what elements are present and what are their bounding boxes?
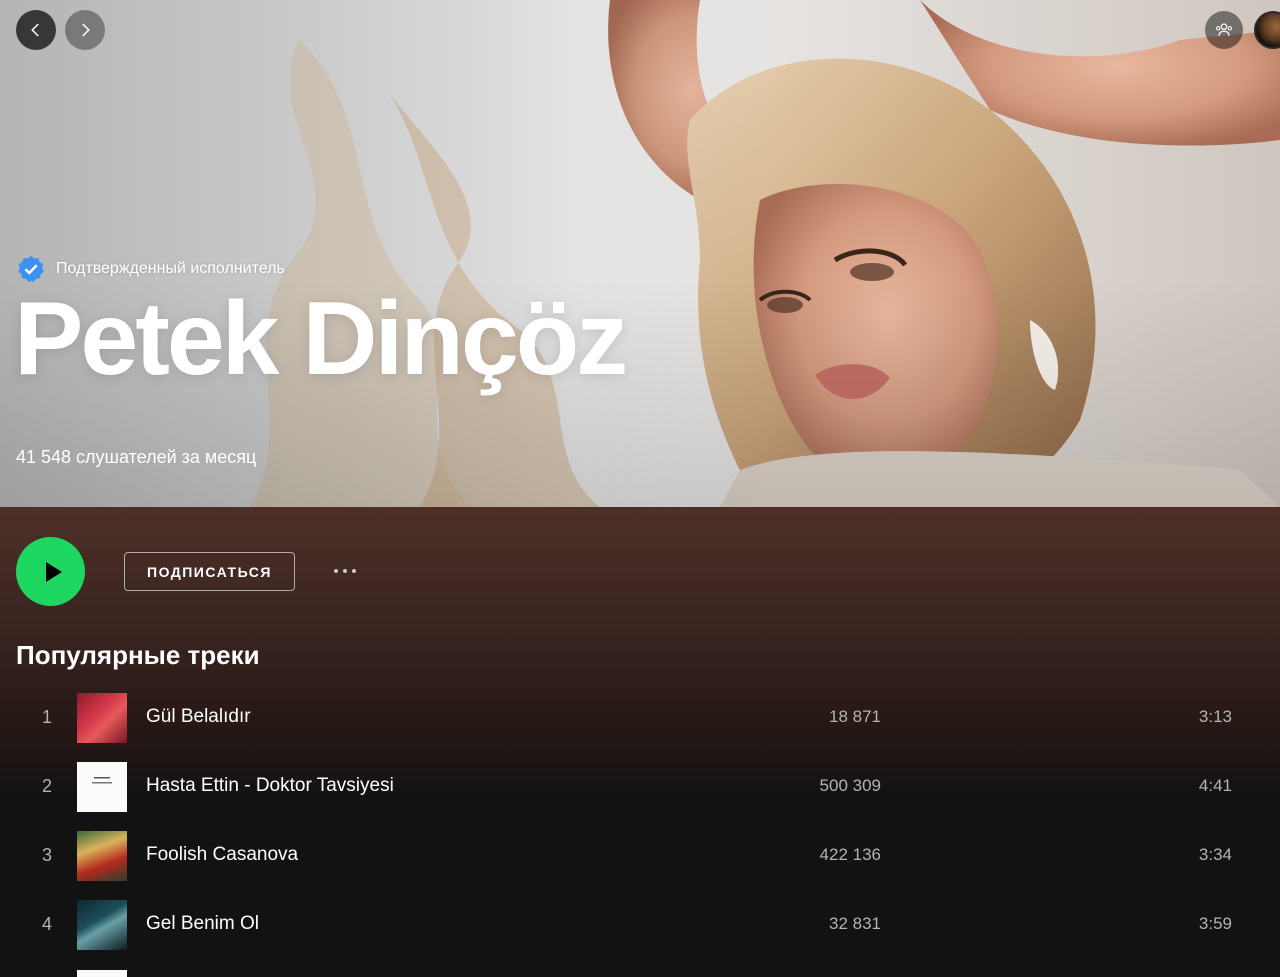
track-number: 4 xyxy=(41,914,52,934)
track-duration: 3:59 xyxy=(1198,914,1232,933)
track-play-count: 18 871 xyxy=(829,707,881,726)
track-duration: 4:41 xyxy=(1198,776,1232,795)
friend-activity-icon xyxy=(1216,23,1232,36)
more-options-icon xyxy=(352,569,356,573)
verified-label: Подтвержденный исполнитель xyxy=(56,260,285,277)
artist-name: Petek Dinçöz xyxy=(14,281,628,397)
track-play-count: 32 831 xyxy=(829,914,881,933)
track-title[interactable]: Hasta Ettin - Doktor Tavsiyesi xyxy=(146,775,394,797)
track-cover-image xyxy=(77,762,127,812)
track-title[interactable]: Gel Benim Ol xyxy=(146,913,259,935)
track-number: 3 xyxy=(41,845,52,865)
track-title[interactable]: Foolish Casanova xyxy=(146,844,298,866)
forward-button[interactable] xyxy=(65,10,105,50)
track-duration: 3:34 xyxy=(1198,845,1232,864)
track-cover-image xyxy=(77,970,127,977)
artist-content: ПОДПИСАТЬСЯ Популярные треки 1 Gül Belal… xyxy=(0,507,1280,977)
track-duration: 3:13 xyxy=(1198,707,1232,726)
track-row[interactable]: 1 Gül Belalıdır 18 871 3:13 xyxy=(0,687,1280,756)
play-button[interactable] xyxy=(16,537,85,606)
track-cover-image xyxy=(77,831,127,881)
track-row[interactable]: 2 Hasta Ettin - Doktor Tavsiyesi 500 309… xyxy=(0,756,1280,825)
more-options-button[interactable] xyxy=(326,557,364,585)
track-title[interactable]: Gül Belalıdır xyxy=(146,706,251,728)
popular-tracks-list: 1 Gül Belalıdır 18 871 3:13 2 Hasta Etti… xyxy=(0,687,1280,977)
chevron-right-icon xyxy=(82,23,90,37)
monthly-listeners: 41 548 слушателей за месяц xyxy=(16,447,257,467)
track-cover-image xyxy=(77,900,127,950)
chevron-left-icon xyxy=(31,23,39,37)
track-row[interactable]: 4 Gel Benim Ol 32 831 3:59 xyxy=(0,894,1280,963)
track-number: 1 xyxy=(41,707,52,727)
track-cover-image xyxy=(77,693,127,743)
artist-header: Подтвержденный исполнитель Petek Dinçöz … xyxy=(0,0,1280,507)
popular-tracks-title: Популярные треки xyxy=(16,640,260,670)
more-options-icon xyxy=(334,569,338,573)
track-number: 2 xyxy=(41,776,52,796)
cover-art xyxy=(92,777,112,784)
verified-artist-badge: Подтвержденный исполнитель xyxy=(16,254,285,284)
back-button[interactable] xyxy=(16,10,56,50)
play-icon xyxy=(45,561,62,582)
friend-activity-button[interactable] xyxy=(1205,11,1243,49)
track-row[interactable]: 3 Foolish Casanova 422 136 3:34 xyxy=(0,825,1280,894)
follow-button[interactable]: ПОДПИСАТЬСЯ xyxy=(124,552,295,591)
more-options-icon xyxy=(343,569,347,573)
track-play-count: 422 136 xyxy=(819,845,881,864)
track-play-count: 500 309 xyxy=(819,776,881,795)
verified-badge-icon xyxy=(18,255,44,283)
